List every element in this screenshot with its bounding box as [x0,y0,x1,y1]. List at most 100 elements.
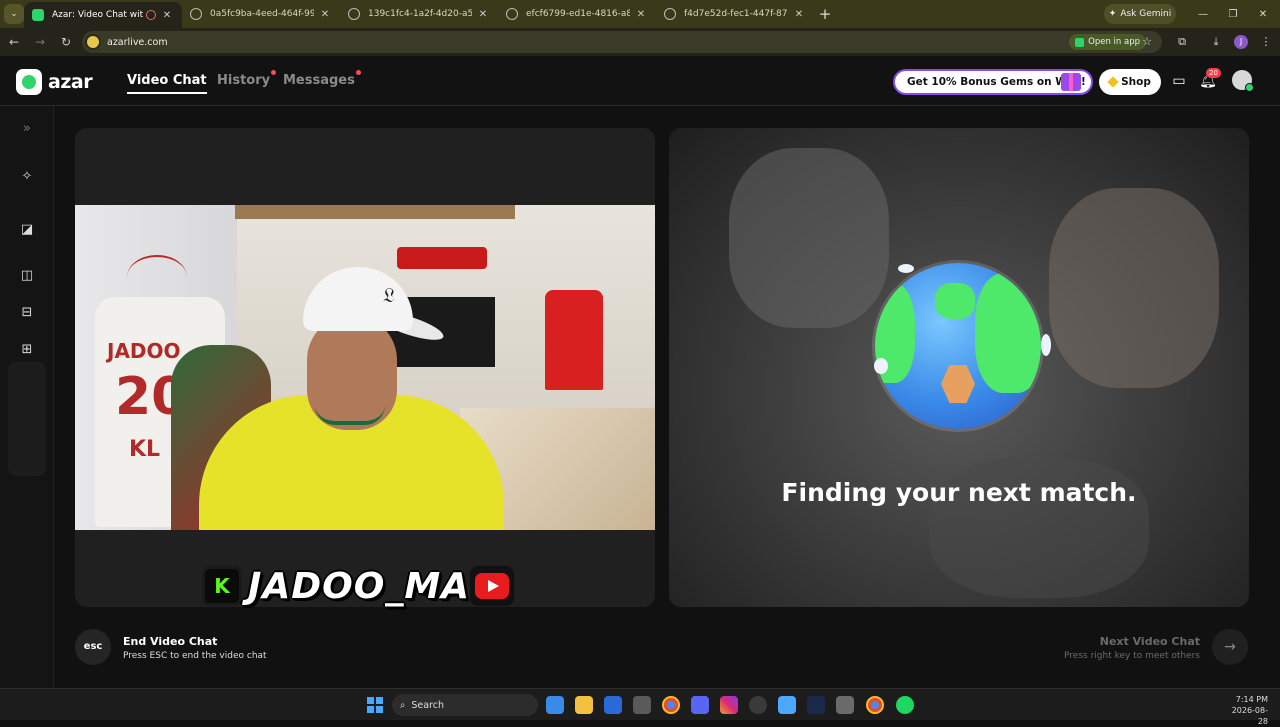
globe-favicon-icon [348,8,360,20]
app-icon[interactable] [749,696,767,714]
search-label: Search [411,699,444,711]
chrome-icon[interactable] [662,696,680,714]
nav-messages[interactable]: Messages [283,70,361,88]
nav-history[interactable]: History [217,70,277,88]
spotify-icon[interactable] [896,696,914,714]
my-video-panel: JADOO 20 KL 𝔏 [75,128,655,607]
minimize-icon[interactable]: — [1188,0,1218,28]
gemini-icon: ✦ [1108,9,1117,19]
globe-icon [875,263,1041,429]
land-shape [941,365,975,403]
tab-search-button[interactable]: ⌄ [4,4,24,24]
azar-favicon-icon [32,9,44,21]
youtube-logo-icon [470,566,515,606]
back-icon[interactable]: ← [2,35,26,49]
red-jersey [545,290,603,390]
file-explorer-icon[interactable] [575,696,593,714]
tab-2[interactable]: 0a5fc9ba-4eed-464f-9943-70a ✕ [182,0,340,28]
tab-4[interactable]: efcf6799-ed1e-4816-a891-98a ✕ [498,0,656,28]
store-icon[interactable] [633,696,651,714]
blurred-bg [1049,188,1219,388]
close-tab-icon[interactable]: ✕ [160,10,174,21]
layout-pip-icon[interactable]: ⊞ [14,337,40,363]
open-in-app-button[interactable]: Open in app [1069,34,1146,50]
app-icon[interactable] [836,696,854,714]
azar-logo[interactable]: azar [16,69,93,95]
extensions-icon[interactable]: ⧉ [1174,34,1190,50]
webcam-feed: JADOO 20 KL 𝔏 [75,205,655,530]
status-message: Finding your next match. [781,478,1137,507]
photos-app-icon[interactable] [546,696,564,714]
url-text: azarlive.com [107,36,168,48]
restore-icon[interactable]: ❐ [1218,0,1248,28]
close-window-icon[interactable]: ✕ [1248,0,1278,28]
taskbar-clock[interactable]: 7:14 PM 2026-08-28 [1222,694,1268,727]
close-tab-icon[interactable]: ✕ [318,9,332,20]
bonus-label: Get 10% Bonus Gems on Web! [907,76,1086,88]
bonus-gems-button[interactable]: Get 10% Bonus Gems on Web! [893,69,1093,95]
streamer-watermark: K JADOO_MA [202,566,515,607]
layout-stacked-icon[interactable]: ⊟ [14,300,40,326]
kick-logo-icon: K [202,566,242,606]
browser-tab-bar: ⌄ Azar: Video Chat with New ✕ 0a5fc9ba-4… [0,0,1280,28]
tab-3[interactable]: 139c1fc4-1a2f-4d20-a500-6d7 ✕ [340,0,498,28]
bookmark-star-icon[interactable]: ☆ [1139,34,1155,50]
reload-icon[interactable]: ↻ [54,35,78,49]
orbit-ring [874,358,888,374]
magic-wand-icon[interactable]: ✧ [14,164,40,190]
nav-label: Messages [283,73,355,88]
browser-profile-avatar[interactable]: J [1234,35,1248,49]
instagram-icon[interactable] [720,696,738,714]
taskbar-search[interactable]: ⌕ Search [392,694,538,716]
ask-gemini-label: Ask Gemini [1120,9,1172,19]
unread-dot [355,70,361,75]
url-field[interactable]: azarlive.com [82,31,1162,53]
camera-effect-icon[interactable]: ◪ [14,217,40,243]
ask-gemini-button[interactable]: ✦ Ask Gemini [1104,4,1176,24]
tab-azar[interactable]: Azar: Video Chat with New ✕ [24,2,182,28]
close-tab-icon[interactable]: ✕ [792,9,806,20]
cap-logo-icon: 𝔏 [383,283,395,307]
jersey-initials: KL [129,437,161,462]
site-info-icon[interactable] [85,34,101,50]
shop-button[interactable]: Shop [1099,69,1161,95]
close-tab-icon[interactable]: ✕ [476,9,490,20]
user-avatar[interactable] [1232,70,1254,92]
forward-icon[interactable]: → [28,35,52,49]
outlook-icon[interactable] [604,696,622,714]
match-panel: Finding your next match. [669,128,1249,607]
new-tab-button[interactable]: + [814,5,836,23]
end-chat-hint: Press ESC to end the video chat [123,651,267,661]
chrome-active-icon[interactable] [866,696,884,714]
tab-label: f4d7e52d-fec1-447f-87b4-12f1 [684,9,788,19]
end-chat-title: End Video Chat [123,635,218,648]
expand-sidebar-icon[interactable]: » [14,116,40,142]
download-icon[interactable]: ⤓ [1208,34,1224,50]
app-icon [1075,37,1085,47]
shop-label: Shop [1121,76,1151,88]
tab-5[interactable]: f4d7e52d-fec1-447f-87b4-12f1 ✕ [656,0,814,28]
logo-text: azar [48,71,93,93]
inbox-icon[interactable]: ▭ [1170,72,1188,90]
kebab-menu-icon[interactable]: ⋮ [1258,34,1274,50]
globe-favicon-icon [506,8,518,20]
steam-icon[interactable] [807,696,825,714]
recording-icon [146,10,156,20]
end-chat-button[interactable]: esc [75,629,111,665]
next-chat-button[interactable]: → [1212,629,1248,665]
app-icon[interactable] [778,696,796,714]
windows-start-icon[interactable] [367,697,383,713]
unread-dot [271,70,277,75]
nav-video-chat[interactable]: Video Chat [127,73,207,94]
shelf [235,205,515,219]
layout-side-by-side-icon[interactable]: ◫ [14,263,40,289]
globe-favicon-icon [664,8,676,20]
discord-icon[interactable] [691,696,709,714]
land-shape [975,273,1041,393]
close-tab-icon[interactable]: ✕ [634,9,648,20]
tab-label: efcf6799-ed1e-4816-a891-98a [526,9,630,19]
hanger [127,255,187,299]
open-in-app-label: Open in app [1088,37,1140,47]
os-taskbar: ⌕ Search 7:14 PM 2026-08-28 [0,688,1280,726]
tab-label: 0a5fc9ba-4eed-464f-9943-70a [210,9,314,19]
